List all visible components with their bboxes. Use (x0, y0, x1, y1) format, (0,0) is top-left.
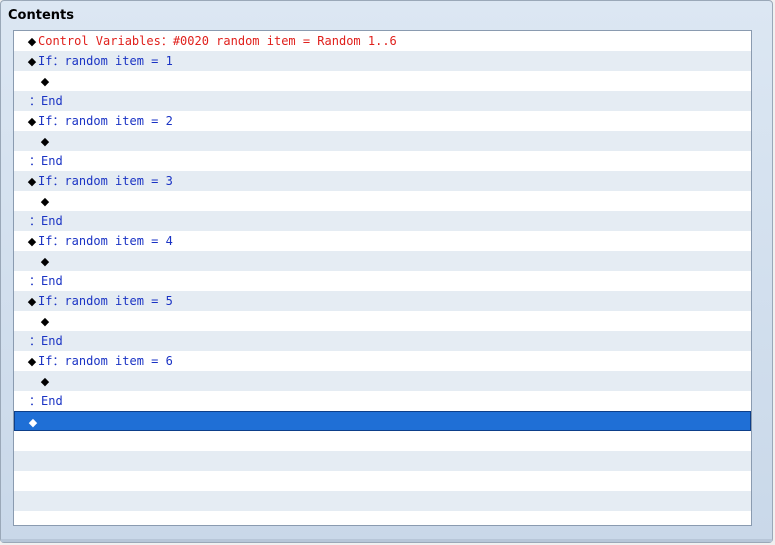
window-bottom-edge (1, 539, 772, 542)
empty-row (14, 471, 751, 491)
list-item[interactable]: ◆ (14, 311, 751, 331)
diamond-icon: ◆ (40, 315, 50, 328)
command-text: If：random item = 1 (38, 54, 173, 68)
command-text: If：random item = 3 (38, 174, 173, 188)
command-text: ：End (29, 154, 63, 168)
list-item[interactable]: ◆ If：random item = 2 (14, 111, 751, 131)
diamond-icon: ◆ (40, 75, 50, 88)
command-text: If：random item = 4 (38, 234, 173, 248)
command-text: If：random item = 5 (38, 294, 173, 308)
command-text: ：End (29, 394, 63, 408)
list-item[interactable]: ◆ If：random item = 3 (14, 171, 751, 191)
empty-row (14, 431, 751, 451)
list-item-selected[interactable]: ◆ (14, 411, 751, 431)
list-item[interactable]: ◆ Control Variables：#0020 random item = R… (14, 31, 751, 51)
event-command-list[interactable]: ◆ Control Variables：#0020 random item = R… (13, 30, 752, 526)
list-item[interactable]: ◆ If：random item = 6 (14, 351, 751, 371)
contents-window: Contents ◆ Control Variables：#0020 random… (0, 0, 773, 543)
command-text: ：End (29, 94, 63, 108)
list-item[interactable]: ：End (14, 391, 751, 411)
command-text: ：End (29, 274, 63, 288)
command-text: ：End (29, 214, 63, 228)
list-item[interactable]: ：End (14, 91, 751, 111)
command-text: If：random item = 6 (38, 354, 173, 368)
window-title: Contents (8, 8, 74, 23)
diamond-icon: ◆ (40, 255, 50, 268)
diamond-icon: ◆ (40, 135, 50, 148)
command-text: If：random item = 2 (38, 114, 173, 128)
list-item[interactable]: ：End (14, 331, 751, 351)
list-item[interactable]: ◆ (14, 371, 751, 391)
diamond-icon: ◆ (40, 375, 50, 388)
list-item[interactable]: ◆ If：random item = 1 (14, 51, 751, 71)
list-item[interactable]: ：End (14, 271, 751, 291)
empty-row (14, 491, 751, 511)
list-item[interactable]: ◆ (14, 191, 751, 211)
list-item[interactable]: ：End (14, 211, 751, 231)
diamond-icon: ◆ (27, 235, 37, 248)
list-item[interactable]: ◆ (14, 251, 751, 271)
list-item[interactable]: ◆ (14, 71, 751, 91)
diamond-icon: ◆ (27, 115, 37, 128)
list-item[interactable]: ◆ (14, 131, 751, 151)
diamond-icon: ◆ (28, 416, 38, 429)
diamond-icon: ◆ (27, 175, 37, 188)
diamond-icon: ◆ (27, 55, 37, 68)
list-item[interactable]: ◆ If：random item = 5 (14, 291, 751, 311)
empty-row (14, 451, 751, 471)
command-text: Control Variables：#0020 random item = Ra… (38, 34, 397, 48)
diamond-icon: ◆ (27, 295, 37, 308)
diamond-icon: ◆ (27, 355, 37, 368)
command-text: ：End (29, 334, 63, 348)
diamond-icon: ◆ (27, 35, 37, 48)
list-item[interactable]: ：End (14, 151, 751, 171)
list-item[interactable]: ◆ If：random item = 4 (14, 231, 751, 251)
diamond-icon: ◆ (40, 195, 50, 208)
